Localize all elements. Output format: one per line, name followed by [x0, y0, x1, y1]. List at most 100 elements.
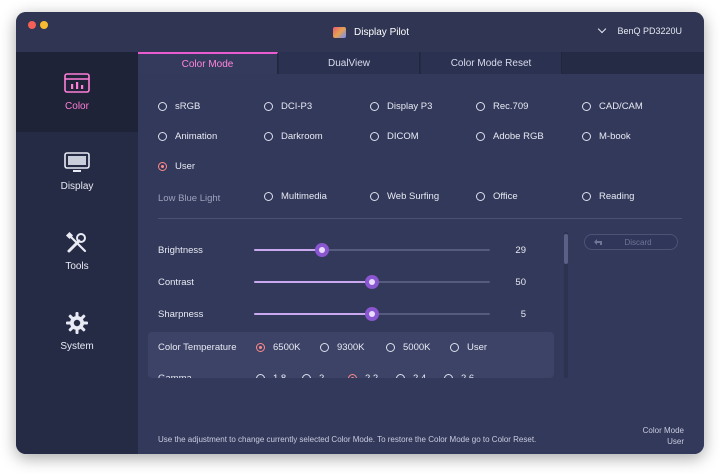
scrollbar-thumb[interactable]	[564, 234, 568, 264]
sidebar-item-system[interactable]: System	[16, 292, 138, 372]
lbl-reading[interactable]: Reading	[582, 191, 634, 202]
radio-icon	[158, 102, 167, 111]
radio-icon	[476, 102, 485, 111]
contrast-slider[interactable]	[254, 275, 490, 289]
app-window: Display Pilot BenQ PD3220U Color Display…	[16, 12, 704, 454]
color-icon	[62, 72, 92, 94]
sharpness-knob[interactable]	[365, 307, 379, 321]
lbl-option-label: Office	[493, 191, 518, 202]
contrast-knob[interactable]	[365, 275, 379, 289]
sidebar-item-tools[interactable]: Tools	[16, 212, 138, 292]
low-blue-light-label: Low Blue Light	[158, 193, 221, 204]
tab-bar: Color Mode DualView Color Mode Reset	[138, 52, 704, 74]
mode-rec709[interactable]: Rec.709	[476, 101, 528, 112]
mode-label: sRGB	[175, 101, 201, 112]
mode-cad-cam[interactable]: CAD/CAM	[582, 101, 643, 112]
sidebar-item-display[interactable]: Display	[16, 132, 138, 212]
discard-label: Discard	[624, 237, 652, 247]
mode-label: Animation	[175, 131, 218, 142]
sidebar-item-color[interactable]: Color	[16, 52, 138, 132]
mode-label: CAD/CAM	[599, 101, 643, 112]
brightness-fill	[254, 249, 322, 251]
gear-icon	[62, 312, 92, 334]
discard-button[interactable]: Discard	[584, 234, 678, 250]
color-temperature-panel: Color Temperature 6500K 9300K 5000K User…	[148, 332, 554, 384]
tab-dualview[interactable]: DualView	[279, 52, 420, 74]
radio-icon	[264, 192, 273, 201]
temp-user[interactable]: User	[450, 342, 487, 353]
mode-darkroom[interactable]: Darkroom	[264, 131, 323, 142]
radio-icon	[476, 132, 485, 141]
radio-icon	[582, 102, 591, 111]
contrast-label: Contrast	[158, 277, 194, 288]
sidebar-item-label: Tools	[65, 261, 89, 272]
sharpness-slider[interactable]	[254, 307, 490, 321]
sidebar-item-label: Color	[65, 101, 89, 112]
temp-option-label: User	[467, 342, 488, 353]
temp-9300k[interactable]: 9300K	[320, 342, 364, 353]
mode-animation[interactable]: Animation	[158, 131, 217, 142]
temp-option-label: 5000K	[403, 342, 431, 353]
app-title: Display Pilot	[333, 25, 409, 39]
mode-label: User	[175, 161, 196, 172]
color-temperature-label: Color Temperature	[158, 342, 237, 353]
tab-color-mode[interactable]: Color Mode	[138, 52, 278, 74]
sharpness-value: 5	[520, 309, 526, 320]
mode-adobe-rgb[interactable]: Adobe RGB	[476, 131, 544, 142]
mode-label: DICOM	[387, 131, 419, 142]
lbl-option-label: Multimedia	[281, 191, 327, 202]
radio-icon	[320, 343, 329, 352]
current-mode-value: User	[667, 437, 684, 446]
tab-color-mode-reset[interactable]: Color Mode Reset	[421, 52, 562, 74]
chevron-down-icon	[598, 24, 607, 34]
title-bar: Display Pilot BenQ PD3220U	[16, 12, 704, 52]
temp-5000k[interactable]: 5000K	[386, 342, 430, 353]
temp-option-label: 6500K	[273, 342, 301, 353]
mode-user[interactable]: User	[158, 161, 195, 172]
current-mode-info: Color Mode User	[643, 425, 684, 447]
radio-icon	[370, 102, 379, 111]
scrollbar[interactable]	[564, 232, 568, 378]
contrast-value: 50	[515, 277, 526, 288]
radio-icon	[582, 192, 591, 201]
mode-dci-p3[interactable]: DCI-P3	[264, 101, 312, 112]
display-icon	[62, 152, 92, 174]
mode-label: Adobe RGB	[493, 131, 544, 142]
minimize-window-button[interactable]	[40, 21, 48, 29]
tools-icon	[62, 231, 92, 254]
brightness-knob[interactable]	[315, 243, 329, 257]
lbl-web-surfing[interactable]: Web Surfing	[370, 191, 439, 202]
lbl-option-label: Reading	[599, 191, 635, 202]
sharpness-label: Sharpness	[158, 309, 204, 320]
lbl-multimedia[interactable]: Multimedia	[264, 191, 327, 202]
mode-dicom[interactable]: DICOM	[370, 131, 419, 142]
monitor-selector[interactable]: BenQ PD3220U	[598, 24, 682, 36]
mode-display-p3[interactable]: Display P3	[370, 101, 432, 112]
undo-icon	[594, 239, 602, 245]
mode-m-book[interactable]: M-book	[582, 131, 631, 142]
radio-icon	[264, 132, 273, 141]
mode-label: DCI-P3	[281, 101, 313, 112]
radio-icon	[158, 132, 167, 141]
radio-icon	[582, 132, 591, 141]
sidebar-item-label: System	[60, 341, 94, 352]
close-window-button[interactable]	[28, 21, 36, 29]
radio-icon	[450, 343, 459, 352]
section-divider	[158, 218, 682, 219]
radio-icon	[476, 192, 485, 201]
mode-label: Darkroom	[281, 131, 323, 142]
contrast-fill	[254, 281, 372, 283]
sidebar: Color Display Tools System	[16, 52, 138, 454]
app-title-text: Display Pilot	[354, 26, 410, 38]
lbl-option-label: Web Surfing	[387, 191, 440, 202]
lbl-office[interactable]: Office	[476, 191, 518, 202]
brightness-slider[interactable]	[254, 243, 490, 257]
mode-label: M-book	[599, 131, 631, 142]
radio-icon	[264, 102, 273, 111]
sharpness-fill	[254, 313, 372, 315]
brightness-label: Brightness	[158, 245, 203, 256]
mode-srgb[interactable]: sRGB	[158, 101, 200, 112]
radio-selected-icon	[158, 162, 167, 171]
mode-label: Display P3	[387, 101, 433, 112]
temp-6500k[interactable]: 6500K	[256, 342, 300, 353]
